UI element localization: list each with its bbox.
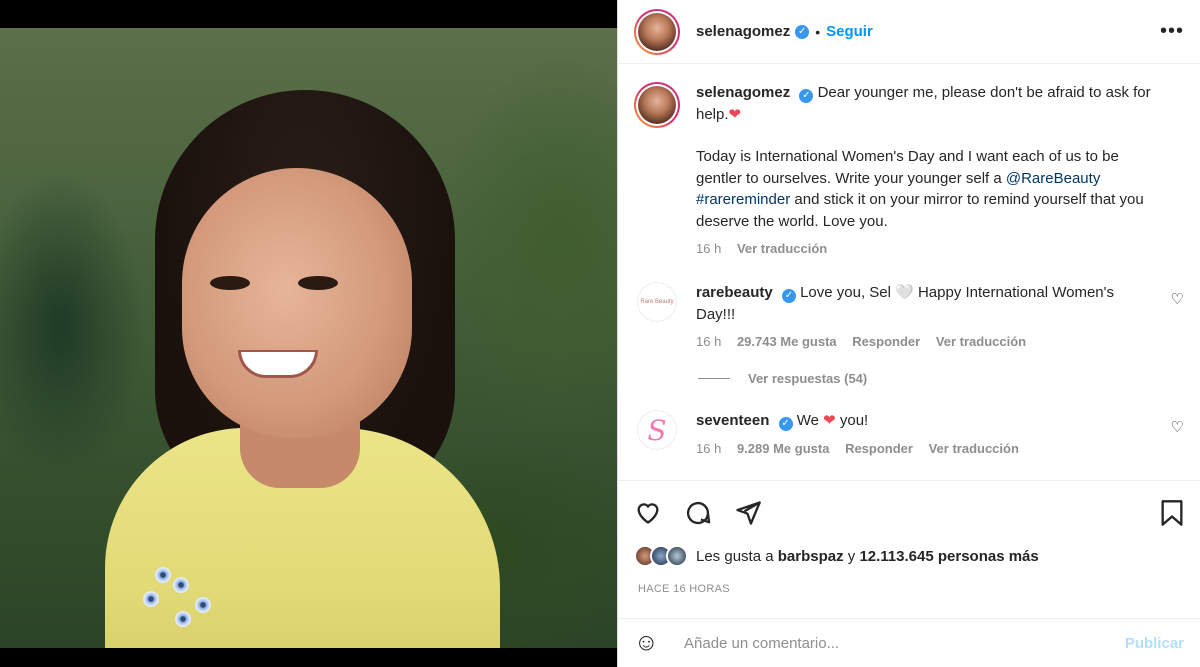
verified-badge-icon: ✓ (799, 89, 814, 103)
photo-eye-right (298, 276, 338, 290)
view-replies-label: Ver respuestas (54) (748, 371, 868, 386)
save-bookmark-icon[interactable] (1160, 499, 1184, 527)
comment-username[interactable]: rarebeauty (696, 284, 773, 301)
mention-link[interactable]: @RareBeauty (1006, 170, 1100, 187)
red-heart-icon: ❤ (823, 412, 836, 429)
liker-avatars[interactable] (634, 545, 688, 567)
caption-time[interactable]: 16 h (696, 241, 721, 256)
photo-eye-left (210, 276, 250, 290)
rarebeauty-avatar[interactable]: Rare Beauty (637, 282, 677, 322)
post-sidebar: selenagomez ✓ • Seguir ••• selenagomez ✓… (617, 0, 1200, 667)
caption-meta: 16 h Ver traducción (696, 241, 1154, 256)
verified-badge-icon: ✓ (778, 417, 793, 431)
likes-count-link[interactable]: 12.113.645 personas más (859, 548, 1038, 565)
view-replies-button[interactable]: Ver respuestas (54) (698, 371, 1184, 386)
verified-badge-icon: ✓ (781, 289, 796, 303)
caption-avatar[interactable] (634, 82, 680, 128)
publish-comment-button[interactable]: Publicar (1125, 635, 1184, 652)
comment-body-b: you! (839, 412, 869, 429)
caption-text: selenagomez ✓ Dear younger me, please do… (696, 82, 1154, 232)
photo-flower-embroidery (135, 563, 225, 643)
comment-text: seventeen ✓ We ❤ you! (696, 410, 1154, 432)
post-timestamp[interactable]: HACE 16 HORAS (638, 583, 730, 595)
comment-meta: 16 h 9.289 Me gusta Responder Ver traduc… (696, 441, 1154, 456)
share-send-icon[interactable] (734, 499, 762, 527)
separator-dot: • (815, 23, 821, 40)
photo-top-letterbox (0, 0, 617, 28)
comment-row: S seventeen ✓ We ❤ you! 16 h 9.289 Me gu… (634, 410, 1184, 456)
photo-face (182, 168, 412, 438)
post-action-bar (618, 480, 1200, 540)
caption-row: selenagomez ✓ Dear younger me, please do… (634, 82, 1184, 256)
instagram-post-view: selenagomez ✓ • Seguir ••• selenagomez ✓… (0, 0, 1200, 667)
post-header: selenagomez ✓ • Seguir ••• (618, 0, 1200, 64)
red-heart-icon: ❤ (728, 105, 742, 123)
post-photo[interactable] (0, 28, 617, 648)
hashtag-link[interactable]: #rarereminder (696, 191, 790, 208)
comment-time[interactable]: 16 h (696, 334, 721, 349)
emoji-picker-icon[interactable]: ☺ (634, 629, 664, 657)
likes-summary: Les gusta a barbspaz y 12.113.645 person… (634, 545, 1184, 567)
comment-translate-link[interactable]: Ver traducción (929, 441, 1019, 456)
comment-likes[interactable]: 9.289 Me gusta (737, 441, 830, 456)
comment-like-heart-icon[interactable]: ♡ (1171, 290, 1184, 308)
comment-body-a: We (796, 412, 819, 429)
comment-time[interactable]: 16 h (696, 441, 721, 456)
comment-like-heart-icon[interactable]: ♡ (1171, 418, 1184, 436)
likes-prefix: Les gusta a (696, 547, 774, 565)
comment-bubble-icon[interactable] (684, 499, 712, 527)
comments-list[interactable]: selenagomez ✓ Dear younger me, please do… (618, 64, 1200, 480)
comment-username[interactable]: seventeen (696, 412, 769, 429)
comment-meta: 16 h 29.743 Me gusta Responder Ver tradu… (696, 334, 1154, 349)
more-options-icon[interactable]: ••• (1160, 20, 1184, 43)
follow-button[interactable]: Seguir (826, 23, 873, 40)
comment-reply-button[interactable]: Responder (845, 441, 913, 456)
photo-bottom-letterbox (0, 648, 617, 667)
liker-username[interactable]: barbspaz (778, 548, 844, 565)
post-photo-pane (0, 0, 617, 667)
seventeen-avatar[interactable]: S (637, 410, 677, 450)
author-avatar[interactable] (634, 8, 680, 55)
likes-middle: y (847, 547, 856, 565)
comment-input[interactable] (684, 634, 1125, 652)
replies-divider-line (698, 378, 730, 379)
verified-badge-icon: ✓ (795, 24, 810, 39)
add-comment-form: ☺ Publicar (618, 618, 1200, 667)
caption-username[interactable]: selenagomez (696, 84, 790, 101)
caption-translate-link[interactable]: Ver traducción (737, 241, 827, 256)
comment-likes[interactable]: 29.743 Me gusta (737, 334, 837, 349)
comment-row: Rare Beauty rarebeauty ✓ Love you, Sel 🤍… (634, 282, 1184, 349)
author-username[interactable]: selenagomez (696, 23, 790, 40)
comment-text: rarebeauty ✓ Love you, Sel 🤍 Happy Inter… (696, 282, 1154, 325)
comment-translate-link[interactable]: Ver traducción (936, 334, 1026, 349)
comment-reply-button[interactable]: Responder (852, 334, 920, 349)
like-heart-icon[interactable] (634, 499, 662, 525)
